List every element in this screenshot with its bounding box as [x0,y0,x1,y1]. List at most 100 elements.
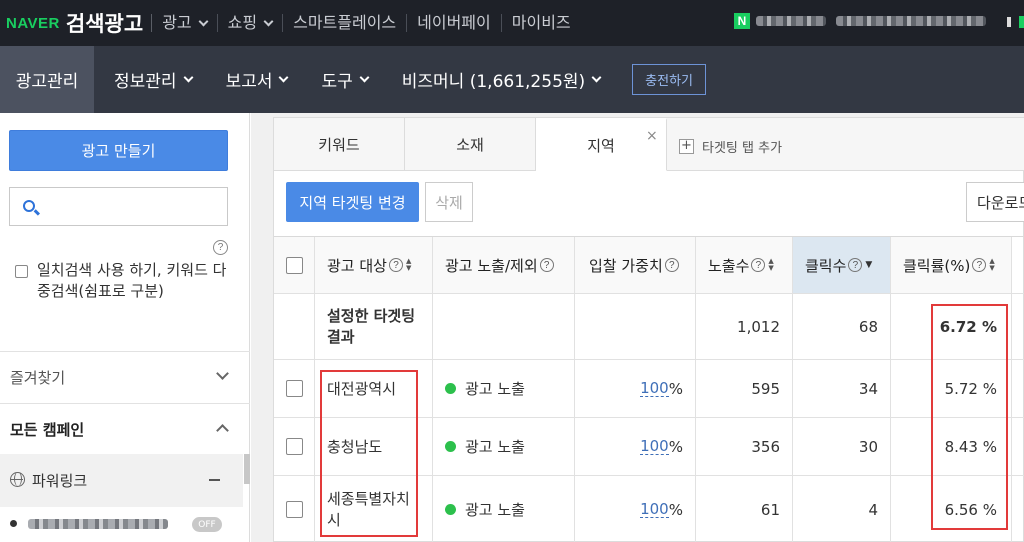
status-dot-icon [445,504,456,515]
naver-id-icon: N [734,13,750,29]
bid-weight-link[interactable]: 100 [640,380,669,397]
row-exposure: 광고 노출 [433,418,575,475]
top-nav-shopping[interactable]: 쇼핑 [216,13,282,32]
status-dot-icon [10,520,17,527]
header-bid-weight: 입찰 가중치? [575,237,696,293]
help-icon[interactable]: ? [539,258,554,272]
top-nav-naverpay[interactable]: 네이버페이 [406,14,501,32]
chevron-up-icon [216,424,229,437]
subnav-reports-label: 보고서 [225,72,273,92]
row-bid-weight: 100% [575,360,696,417]
row-checkbox-cell [274,360,315,417]
campaign-toggle[interactable]: OFF [192,517,222,532]
naver-logo: NAVER [6,14,60,32]
header-target[interactable]: 광고 대상? ▲ ▼ [315,237,433,293]
subnav-ad-management[interactable]: 광고관리 [0,46,94,113]
sub-nav: 광고관리 정보관리 보고서 도구 비즈머니 (1,661,255원) 충전하기 [0,46,1024,113]
header-clicks[interactable]: 클릭수? ▼ [793,237,891,293]
search-input[interactable] [9,187,228,226]
add-tab-label: 타겟팅 탭 추가 [702,141,783,156]
charge-button[interactable]: 충전하기 [632,64,706,95]
search-icon [23,200,35,212]
status-indicator-icon [1019,16,1024,28]
top-nav: 광고 쇼핑 스마트플레이스 네이버페이 마이비즈 [151,14,580,32]
sidebar-scrollbar[interactable] [244,454,250,484]
plus-icon: + [679,139,694,154]
summary-clicks: 68 [793,294,891,359]
help-icon[interactable]: ? [388,258,403,272]
close-icon[interactable]: × [646,128,658,144]
bid-weight-link[interactable]: 100 [640,438,669,455]
sidebar: 광고 만들기 ? 일치검색 사용 하기, 키워드 다중검색(쉼표로 구분) 즐겨… [0,113,250,542]
row-checkbox[interactable] [285,380,303,397]
download-button[interactable]: 다운로드 [966,182,1024,222]
header-impressions-label: 노출수 [708,256,750,275]
favorites-section[interactable]: 즐겨찾기 [0,351,250,403]
header-exposure-label: 광고 노출/제외 [445,256,538,275]
globe-icon [10,472,25,487]
all-campaigns-section[interactable]: 모든 캠페인 [0,403,250,454]
help-icon[interactable]: ? [848,258,863,272]
create-ad-button[interactable]: 광고 만들기 [9,130,228,171]
blurred-account-name [756,16,826,26]
header-ctr-label: 클릭률(%) [903,256,971,275]
header-clicks-label: 클릭수 [805,256,847,275]
top-nav-mybiz[interactable]: 마이비즈 [500,14,581,32]
row-bid-weight: 100% [575,418,696,475]
add-targeting-tab-button[interactable]: + 타겟팅 탭 추가 [679,137,782,156]
logo[interactable]: NAVER 검색광고 [6,8,143,38]
summary-exposure-cell [433,294,575,359]
select-all-checkbox[interactable] [285,256,303,274]
bid-weight-link[interactable]: 100 [640,501,669,518]
status-dot-icon [445,383,456,394]
top-nav-ads[interactable]: 광고 [151,14,216,32]
row-impressions: 595 [696,360,793,417]
row-clicks: 4 [793,476,891,542]
help-icon[interactable]: ? [972,258,987,272]
row-checkbox[interactable] [285,438,303,455]
sort-desc-icon[interactable]: ▼ [865,260,872,270]
help-icon[interactable]: ? [664,258,679,272]
chevron-down-icon [359,72,370,83]
row-clicks: 34 [793,360,891,417]
user-account[interactable]: N [734,13,986,29]
chevron-down-icon [279,72,289,83]
tab-creative[interactable]: 소재 [405,118,536,171]
subnav-tools[interactable]: 도구 [321,67,370,92]
change-region-targeting-button[interactable]: 지역 타겟팅 변경 [286,182,419,222]
top-nav-smartplace[interactable]: 스마트플레이스 [282,14,406,32]
bid-weight-unit: % [668,437,683,456]
header-impressions[interactable]: 노출수? ▲ ▼ [696,237,793,293]
subnav-reports[interactable]: 보고서 [225,67,289,92]
sort-icon[interactable]: ▲ ▼ [989,258,994,272]
top-nav-ads-label: 광고 [162,13,192,32]
help-icon[interactable]: ? [751,258,766,272]
table-header: 광고 대상? ▲ ▼ 광고 노출/제외? 입찰 가중치? 노출수? ▲ ▼ 클릭수? ▼ … [274,237,1024,294]
sort-icon[interactable]: ▲ ▼ [406,258,411,272]
row-exposure: 광고 노출 [433,476,575,542]
collapse-icon[interactable] [209,479,220,481]
row-exposure-label: 광고 노출 [465,501,525,519]
exact-search-checkbox[interactable] [15,265,28,278]
row-checkbox[interactable] [285,501,303,518]
subnav-bizmoney-label: 비즈머니 (1,661,255원) [401,72,586,92]
header-ctr[interactable]: 클릭률(%)? ▲ ▼ [891,237,1012,293]
exact-search-label: 일치검색 사용 하기, 키워드 다중검색(쉼표로 구분) [37,261,227,300]
campaign-item[interactable]: OFF [0,507,243,542]
blurred-campaign-name [28,519,168,529]
powerlink-group[interactable]: 파워링크 [0,454,243,507]
top-nav-shopping-label: 쇼핑 [227,13,258,32]
help-icon[interactable]: ? [213,240,228,255]
tab-region[interactable]: 지역 [536,118,667,171]
product-name: 검색광고 [65,12,144,36]
subnav-bizmoney[interactable]: 비즈머니 (1,661,255원) [401,67,602,92]
sort-icon[interactable]: ▲ ▼ [768,258,773,272]
chevron-down-icon [591,72,602,83]
row-exposure-label: 광고 노출 [465,380,525,398]
delete-button[interactable]: 삭제 [425,182,473,222]
subnav-info-management[interactable]: 정보관리 [114,67,194,92]
top-right-indicators [1007,16,1024,28]
summary-row: 설정한 타겟팅 결과 1,012 68 6.72 % [274,294,1024,360]
tab-keyword[interactable]: 키워드 [274,118,405,171]
bid-weight-unit: % [668,379,683,398]
